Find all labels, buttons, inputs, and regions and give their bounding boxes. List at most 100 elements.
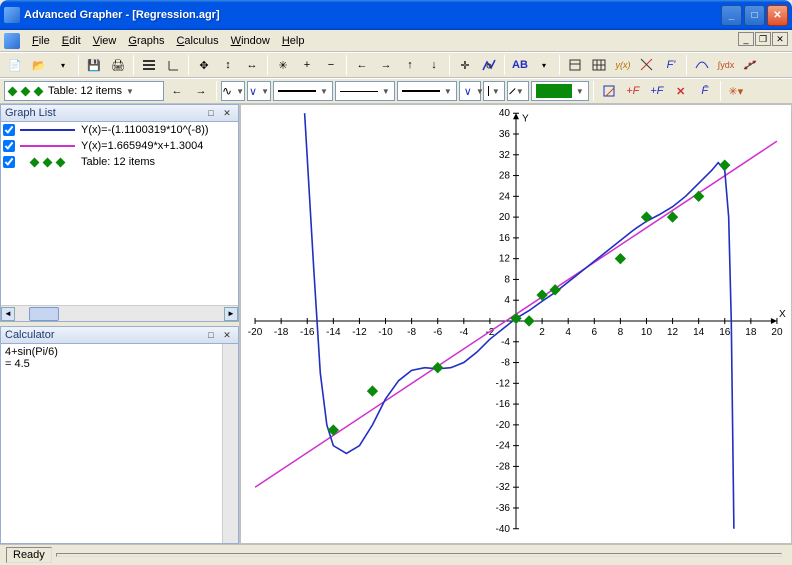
- calculator-vscrollbar[interactable]: [222, 344, 238, 543]
- close-button[interactable]: ✕: [767, 5, 788, 26]
- table-button[interactable]: [588, 54, 610, 76]
- graph-item-label: Y(x)=-(1.1100319*10^(-8)): [81, 124, 209, 136]
- graph-list-hscrollbar[interactable]: ◄►: [1, 305, 238, 321]
- svg-text:-40: -40: [495, 524, 510, 535]
- color-combo[interactable]: ▼: [531, 81, 589, 101]
- delete-button[interactable]: ✕: [670, 80, 692, 102]
- svg-text:10: 10: [641, 327, 653, 338]
- zoom-in-button[interactable]: +: [296, 54, 318, 76]
- graph-visible-checkbox[interactable]: [3, 140, 15, 152]
- refresh-button[interactable]: ✳▾: [725, 80, 747, 102]
- svg-text:20: 20: [499, 212, 511, 223]
- graph-list-item[interactable]: Y(x)=-(1.1100319*10^(-8)): [1, 122, 238, 138]
- pan-left-button[interactable]: ←: [351, 54, 373, 76]
- move-vert-button[interactable]: ↕: [217, 54, 239, 76]
- graph-canvas[interactable]: XY-20-18-16-14-12-10-8-6-4-2246810121416…: [240, 104, 792, 544]
- menu-calculus[interactable]: Calculus: [170, 33, 224, 49]
- menu-edit[interactable]: Edit: [56, 33, 87, 49]
- move-horiz-button[interactable]: ↔: [241, 54, 263, 76]
- svg-text:-20: -20: [495, 420, 510, 431]
- pan-down-button[interactable]: ↓: [423, 54, 445, 76]
- tangent-button[interactable]: [691, 54, 713, 76]
- line-pattern-combo-1[interactable]: ▼: [273, 81, 333, 101]
- line-pattern-combo-3[interactable]: ▼: [397, 81, 457, 101]
- function-list-button[interactable]: F̄: [694, 80, 716, 102]
- svg-text:18: 18: [745, 327, 757, 338]
- mdi-minimize-button[interactable]: _: [738, 32, 754, 46]
- line-style-combo-1[interactable]: ∿▼: [221, 81, 245, 101]
- add-function-button[interactable]: +F: [622, 80, 644, 102]
- status-empty: [56, 553, 782, 557]
- svg-text:-28: -28: [495, 461, 510, 472]
- text-label-button[interactable]: AB: [509, 54, 531, 76]
- window-title: Advanced Grapher - [Regression.agr]: [24, 9, 721, 21]
- derivative-button[interactable]: F': [660, 54, 682, 76]
- calculator-result: = 4.5: [5, 358, 234, 370]
- status-ready: Ready: [6, 547, 52, 563]
- regression-button[interactable]: [739, 54, 761, 76]
- integral-button[interactable]: ∫ydx: [715, 54, 737, 76]
- zoom-fit-button[interactable]: ✳: [272, 54, 294, 76]
- print-button[interactable]: 🖨: [107, 54, 129, 76]
- move-tool-button[interactable]: ✥: [193, 54, 215, 76]
- svg-text:40: 40: [499, 108, 511, 119]
- graph-visible-checkbox[interactable]: [3, 124, 15, 136]
- yfx-button[interactable]: y(x): [612, 54, 634, 76]
- properties-button[interactable]: [564, 54, 586, 76]
- menu-view[interactable]: View: [87, 33, 123, 49]
- svg-text:-6: -6: [433, 327, 442, 338]
- calculator-body[interactable]: 4+sin(Pi/6) = 4.5: [0, 344, 239, 544]
- line-pattern-combo-2[interactable]: ▼: [335, 81, 395, 101]
- edit-graph-button[interactable]: [598, 80, 620, 102]
- svg-text:12: 12: [667, 327, 679, 338]
- menu-bar: File Edit View Graphs Calculus Window He…: [0, 30, 792, 52]
- menu-graphs[interactable]: Graphs: [122, 33, 170, 49]
- graph-visible-checkbox[interactable]: [3, 156, 15, 168]
- status-bar: Ready: [0, 544, 792, 564]
- marker-combo-2[interactable]: ▼: [483, 81, 505, 101]
- doc-icon: [4, 33, 20, 49]
- series-select-combo[interactable]: Table: 12 items ▼: [4, 81, 164, 101]
- svg-text:-4: -4: [501, 337, 510, 348]
- save-button[interactable]: 💾: [83, 54, 105, 76]
- open-file-button[interactable]: 📂: [28, 54, 50, 76]
- marker-combo-3[interactable]: ▼: [507, 81, 529, 101]
- svg-text:8: 8: [618, 327, 624, 338]
- zoom-out-button[interactable]: −: [320, 54, 342, 76]
- menu-help[interactable]: Help: [276, 33, 311, 49]
- crosshair-button[interactable]: ✛: [454, 54, 476, 76]
- list-toggle-button[interactable]: [138, 54, 160, 76]
- close-panel-button[interactable]: ✕: [220, 106, 234, 120]
- pan-right-button[interactable]: →: [375, 54, 397, 76]
- svg-text:2: 2: [539, 327, 545, 338]
- dock-button[interactable]: □: [204, 328, 218, 342]
- minimize-button[interactable]: _: [721, 5, 742, 26]
- next-series-button[interactable]: →: [190, 80, 212, 102]
- svg-text:Y: Y: [522, 113, 529, 124]
- close-panel-button[interactable]: ✕: [220, 328, 234, 342]
- svg-text:16: 16: [499, 233, 511, 244]
- maximize-button[interactable]: □: [744, 5, 765, 26]
- trace-button[interactable]: [478, 54, 500, 76]
- axes-toggle-button[interactable]: [162, 54, 184, 76]
- intersect-button[interactable]: [636, 54, 658, 76]
- pan-up-button[interactable]: ↑: [399, 54, 421, 76]
- toolbar-style: Table: 12 items ▼ ← → ∿▼ ∨▼ ▼ ▼ ▼ ∨▼ ▼ ▼…: [0, 78, 792, 104]
- svg-text:12: 12: [499, 254, 511, 265]
- svg-text:-8: -8: [501, 358, 510, 369]
- graph-list-item[interactable]: Y(x)=1.665949*x+1.3004: [1, 138, 238, 154]
- mdi-restore-button[interactable]: ❐: [755, 32, 771, 46]
- new-file-button[interactable]: 📄: [4, 54, 26, 76]
- dock-button[interactable]: □: [204, 106, 218, 120]
- prev-series-button[interactable]: ←: [166, 80, 188, 102]
- menu-file[interactable]: File: [26, 33, 56, 49]
- menu-window[interactable]: Window: [225, 33, 276, 49]
- add-function-alt-button[interactable]: +F: [646, 80, 668, 102]
- mdi-close-button[interactable]: ✕: [772, 32, 788, 46]
- svg-text:28: 28: [499, 171, 511, 182]
- line-style-combo-2[interactable]: ∨▼: [247, 81, 271, 101]
- graph-list-item[interactable]: Table: 12 items: [1, 154, 238, 170]
- marker-combo-1[interactable]: ∨▼: [459, 81, 481, 101]
- dropdown-open-button[interactable]: ▾: [52, 54, 74, 76]
- text-dropdown-button[interactable]: ▾: [533, 54, 555, 76]
